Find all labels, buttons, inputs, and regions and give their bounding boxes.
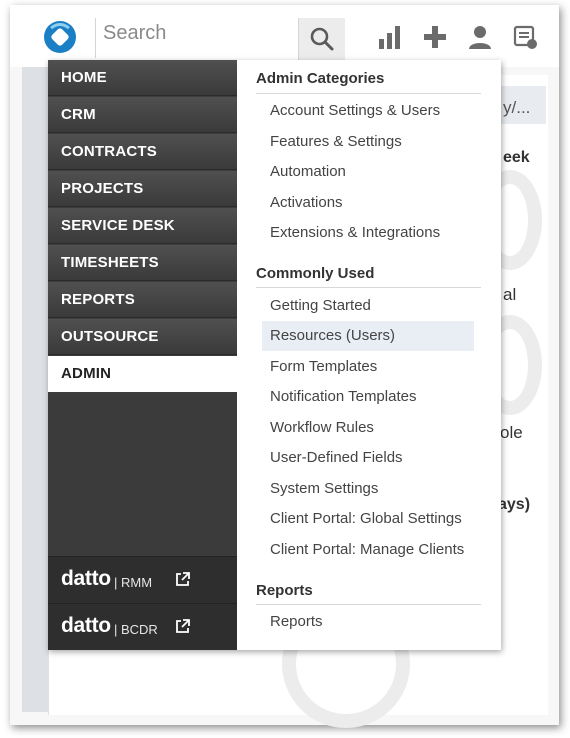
search-icon — [310, 27, 334, 51]
datto-logo: datto — [61, 614, 111, 637]
nav-spacer — [48, 393, 237, 555]
app-logo-icon[interactable] — [44, 21, 76, 53]
divider — [256, 93, 481, 94]
search-button[interactable] — [298, 18, 345, 60]
bar-chart-icon[interactable] — [375, 22, 405, 52]
background-fragment: eek — [503, 149, 530, 166]
nav-item-timesheets[interactable]: TIMESHEETS — [48, 245, 237, 281]
background-fragment: ays) — [498, 496, 531, 513]
nav-item-contracts[interactable]: CONTRACTS — [48, 134, 237, 170]
background-fragment: ole — [500, 423, 523, 442]
link-workflow-rules[interactable]: Workflow Rules — [270, 419, 374, 436]
nav-item-projects[interactable]: PROJECTS — [48, 171, 237, 207]
nav-item-outsource[interactable]: OUTSOURCE — [48, 319, 237, 355]
divider — [256, 287, 481, 288]
link-user-defined-fields[interactable]: User-Defined Fields — [270, 449, 403, 466]
nav-item-reports[interactable]: REPORTS — [48, 282, 237, 318]
section-title-commonly-used: Commonly Used — [256, 265, 375, 282]
link-system-settings[interactable]: System Settings — [270, 480, 378, 497]
nav-item-service-desk[interactable]: SERVICE DESK — [48, 208, 237, 244]
link-getting-started[interactable]: Getting Started — [270, 297, 371, 314]
product-label: | BCDR — [114, 622, 158, 637]
plus-icon[interactable] — [420, 22, 450, 52]
external-link-icon — [174, 618, 191, 640]
divider — [95, 18, 96, 58]
user-icon[interactable] — [465, 22, 495, 52]
link-reports[interactable]: Reports — [270, 613, 323, 630]
nav-item-crm[interactable]: CRM — [48, 97, 237, 133]
datto-logo: datto — [61, 567, 111, 590]
nav-item-home[interactable]: HOME — [48, 60, 237, 96]
search-input[interactable]: Search — [103, 22, 166, 45]
background-fragment: al — [503, 285, 517, 304]
link-account-settings-users[interactable]: Account Settings & Users — [270, 102, 440, 119]
link-extensions-integrations[interactable]: Extensions & Integrations — [270, 224, 440, 241]
link-notification-templates[interactable]: Notification Templates — [270, 388, 416, 405]
section-title-admin-categories: Admin Categories — [256, 70, 385, 87]
link-features-settings[interactable]: Features & Settings — [270, 133, 402, 150]
inbox-icon[interactable] — [510, 22, 540, 52]
link-form-templates[interactable]: Form Templates — [270, 358, 377, 375]
link-resources-users[interactable]: Resources (Users) — [270, 327, 395, 344]
link-automation[interactable]: Automation — [270, 163, 346, 180]
external-link-icon — [174, 571, 191, 593]
datto-bcdr-link[interactable]: datto | BCDR — [48, 603, 237, 650]
link-client-portal-manage-clients[interactable]: Client Portal: Manage Clients — [270, 541, 464, 558]
background-fragment: y/... — [503, 98, 531, 117]
link-activations[interactable]: Activations — [270, 194, 343, 211]
nav-item-admin[interactable]: ADMIN — [48, 356, 237, 392]
product-label: | RMM — [114, 575, 153, 590]
link-client-portal-global-settings[interactable]: Client Portal: Global Settings — [270, 510, 462, 527]
left-sidebar-strip — [22, 67, 48, 712]
module-nav: HOME CRM CONTRACTS PROJECTS SERVICE DESK… — [48, 60, 237, 650]
divider — [256, 604, 481, 605]
section-title-reports: Reports — [256, 582, 313, 599]
datto-rmm-link[interactable]: datto | RMM — [48, 556, 237, 603]
admin-dropdown-menu: HOME CRM CONTRACTS PROJECTS SERVICE DESK… — [48, 60, 501, 650]
